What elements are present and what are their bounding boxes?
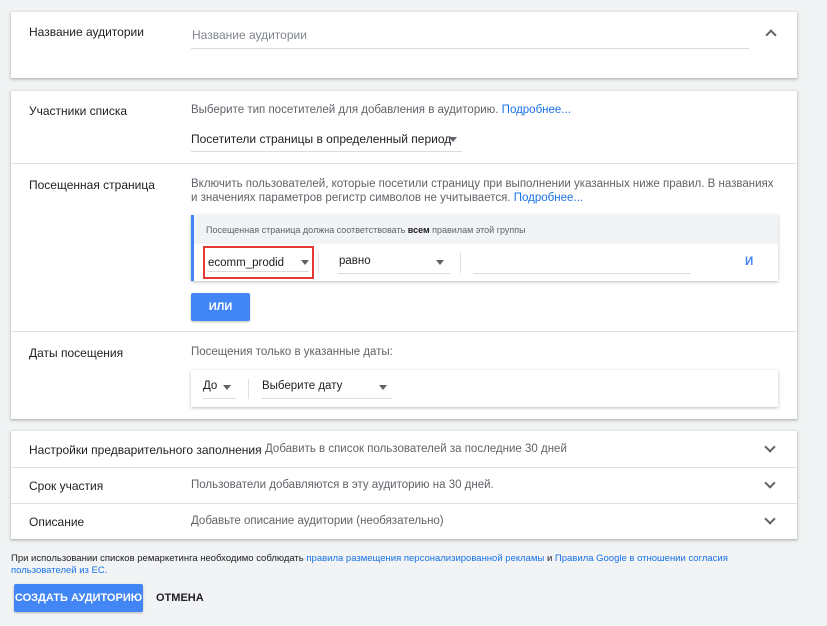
- cancel-button[interactable]: ОТМЕНА: [156, 592, 204, 604]
- rule-group-header: Посещенная страница должна соответствова…: [194, 215, 778, 244]
- list-members-label: Участники списка: [29, 104, 128, 118]
- date-range-box: До Выберите дату: [191, 370, 778, 407]
- date-range-select[interactable]: До: [203, 376, 236, 399]
- date-separator: [248, 379, 249, 399]
- description-value: Добавьте описание аудитории (необязатель…: [191, 515, 444, 527]
- rules-card: Участники списка Выберите тип посетителе…: [11, 91, 797, 419]
- divider: [11, 163, 797, 164]
- prefill-value: Добавить в список пользователей за после…: [265, 443, 567, 455]
- rule-param-select[interactable]: ecomm_prodid: [203, 246, 314, 279]
- rule-operator-value: равно: [339, 255, 371, 267]
- visitor-type-value: Посетители страницы в определенный перио…: [191, 132, 452, 146]
- visitor-type-select[interactable]: Посетители страницы в определенный перио…: [191, 125, 462, 152]
- visit-dates-label: Даты посещения: [29, 346, 124, 360]
- rule-operator-select[interactable]: равно: [338, 251, 450, 274]
- visit-dates-description: Посещения только в указанные даты:: [191, 346, 393, 358]
- duration-row[interactable]: Срок участия Пользователи добавляются в …: [11, 468, 797, 503]
- date-range-value: До: [203, 380, 218, 392]
- remarketing-notice: При использовании списков ремаркетинга н…: [11, 553, 791, 577]
- create-audience-button[interactable]: СОЗДАТЬ АУДИТОРИЮ: [14, 584, 143, 612]
- visited-page-description-line1: Включить пользователей, которые посетили…: [191, 178, 774, 190]
- audience-name-input[interactable]: Название аудитории: [191, 20, 749, 49]
- expand-chevron-icon[interactable]: [764, 477, 776, 489]
- duration-value: Пользователи добавляются в эту аудиторию…: [191, 479, 494, 491]
- prefill-label: Настройки предварительного заполнения: [29, 443, 262, 457]
- notice-text: При использовании списков ремаркетинга н…: [11, 553, 304, 564]
- date-select-dropdown-icon: [379, 385, 387, 390]
- rule-param-value: ecomm_prodid: [208, 257, 285, 269]
- visited-page-description-line2: и значениях параметров регистр символов …: [191, 192, 511, 204]
- list-members-description: Выберите тип посетителей для добавления …: [191, 104, 571, 116]
- rule-param-underline: [207, 271, 309, 272]
- rule-separator: [460, 252, 461, 273]
- list-members-more-link[interactable]: Подробнее...: [502, 104, 571, 116]
- list-members-text: Выберите тип посетителей для добавления …: [191, 104, 499, 116]
- visitor-type-dropdown-icon: [449, 137, 457, 142]
- visited-page-more-link[interactable]: Подробнее...: [514, 192, 583, 204]
- prefill-row[interactable]: Настройки предварительного заполнения До…: [11, 431, 797, 467]
- audience-name-card: Название аудитории Название аудитории: [11, 12, 797, 78]
- divider: [11, 331, 797, 332]
- audience-name-placeholder: Название аудитории: [192, 28, 307, 42]
- rule-group-header-text: Посещенная страница должна соответствова…: [206, 225, 526, 235]
- notice-and: и: [546, 553, 553, 564]
- date-range-dropdown-icon: [223, 385, 231, 390]
- description-label: Описание: [29, 515, 85, 529]
- personalized-ads-policy-link[interactable]: правила размещения персонализированной р…: [306, 553, 544, 564]
- visited-page-label: Посещенная страница: [29, 178, 155, 192]
- duration-label: Срок участия: [29, 479, 104, 493]
- description-row[interactable]: Описание Добавьте описание аудитории (не…: [11, 504, 797, 539]
- and-link[interactable]: И: [745, 256, 753, 268]
- rule-param-dropdown-icon: [301, 260, 309, 265]
- expand-chevron-icon[interactable]: [764, 513, 776, 525]
- collapse-chevron-icon[interactable]: [765, 29, 777, 41]
- or-button[interactable]: ИЛИ: [191, 293, 250, 321]
- expand-chevron-icon[interactable]: [764, 441, 776, 453]
- date-select-value: Выберите дату: [262, 380, 343, 392]
- audience-name-label: Название аудитории: [29, 25, 144, 39]
- rule-separator: [318, 252, 319, 273]
- settings-card: Настройки предварительного заполнения До…: [11, 431, 797, 539]
- visited-page-description: Включить пользователей, которые посетили…: [191, 177, 781, 205]
- rule-value-input[interactable]: [473, 251, 691, 274]
- rule-operator-dropdown-icon: [436, 260, 444, 265]
- rule-group: Посещенная страница должна соответствова…: [191, 215, 778, 281]
- date-select[interactable]: Выберите дату: [261, 376, 392, 399]
